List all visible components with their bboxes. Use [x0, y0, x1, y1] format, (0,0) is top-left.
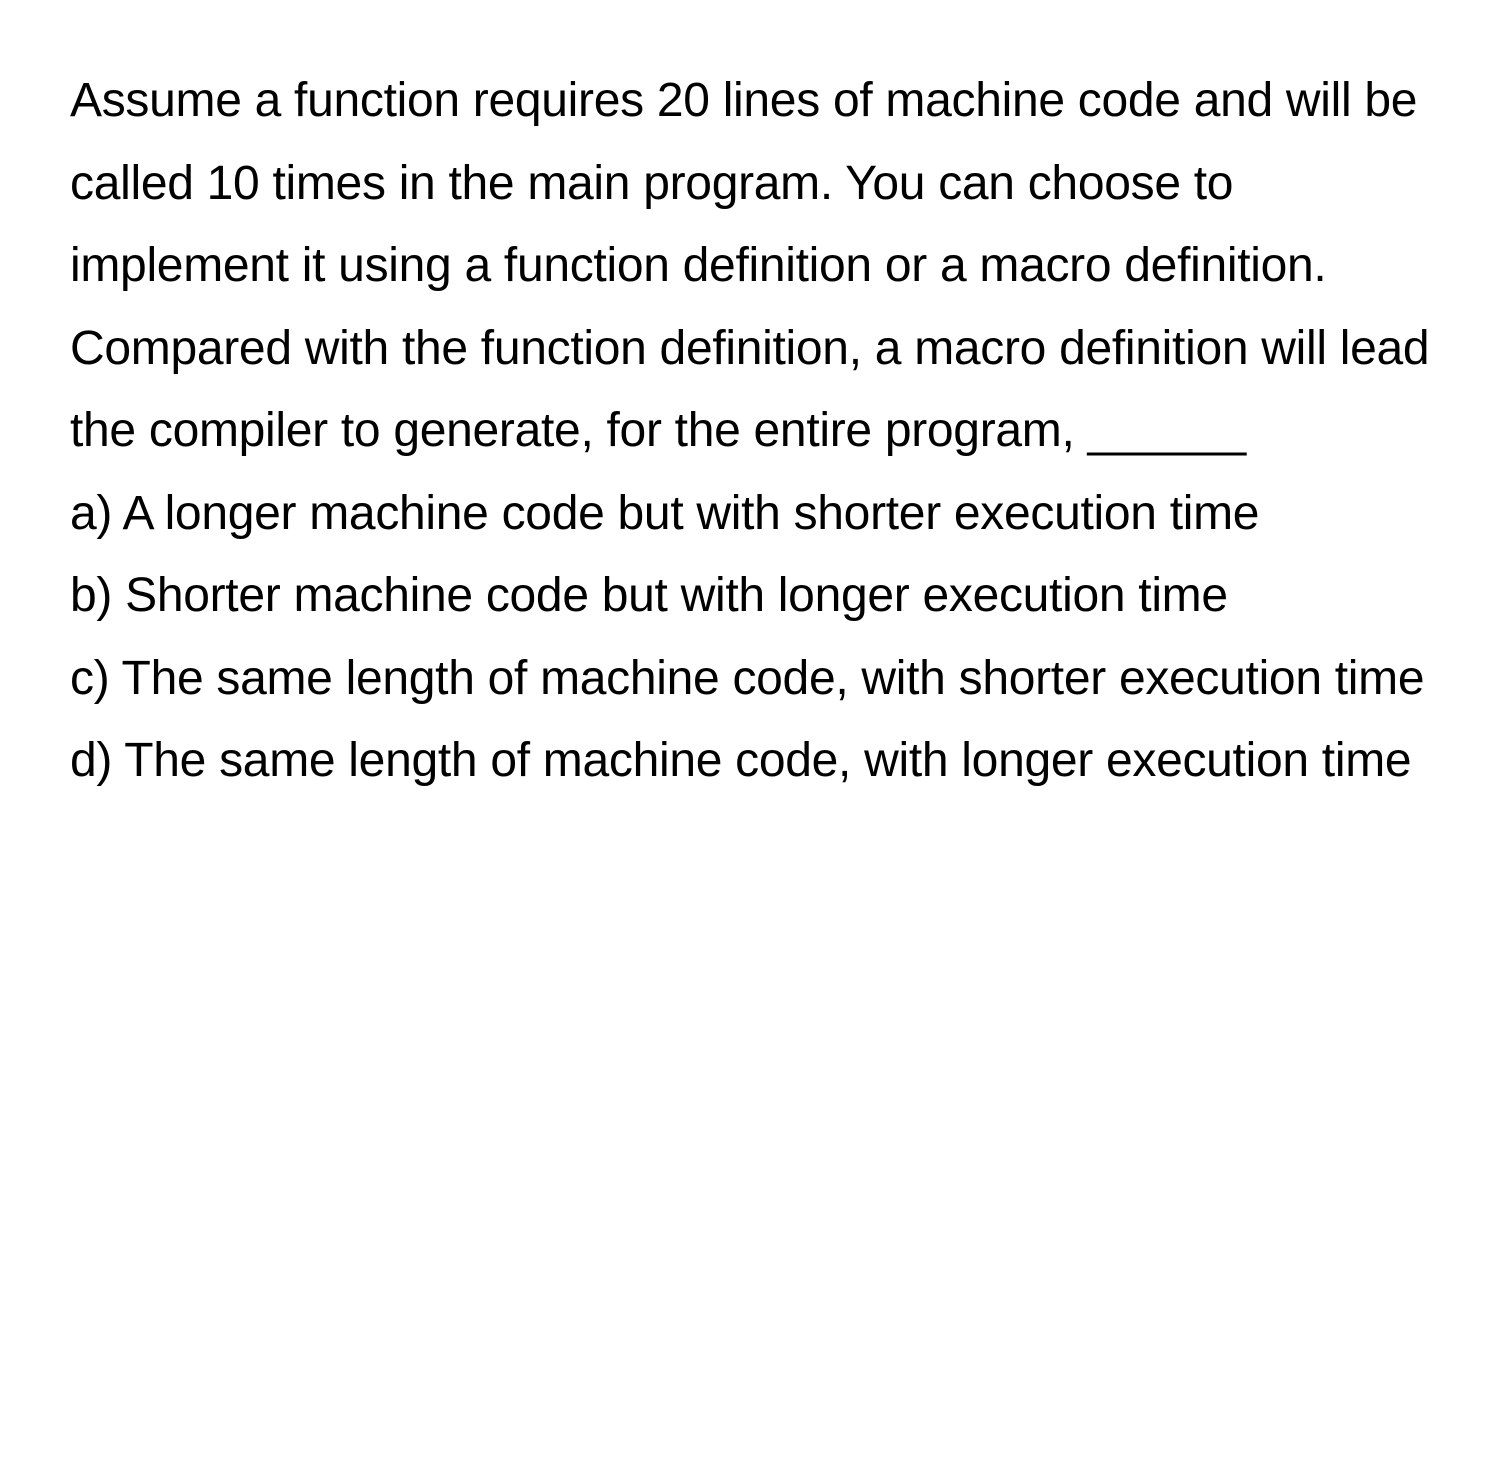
question-stem: Assume a function requires 20 lines of m… [70, 60, 1440, 473]
option-a: a) A longer machine code but with shorte… [70, 473, 1440, 556]
option-d: d) The same length of machine code, with… [70, 720, 1440, 803]
option-c: c) The same length of machine code, with… [70, 638, 1440, 721]
option-b: b) Shorter machine code but with longer … [70, 555, 1440, 638]
